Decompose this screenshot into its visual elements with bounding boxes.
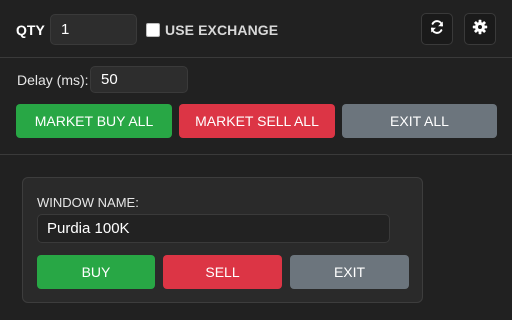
qty-input[interactable] [50,14,137,45]
refresh-button[interactable] [421,13,453,45]
refresh-icon [429,19,445,40]
settings-button[interactable] [464,13,496,45]
exit-button[interactable]: EXIT [290,255,409,289]
sell-button[interactable]: SELL [163,255,282,289]
delay-input[interactable] [90,66,188,93]
buy-button[interactable]: BUY [37,255,155,289]
use-exchange-checkbox[interactable] [146,23,160,37]
toolbar: QTY USE EXCHANGE [0,0,512,58]
exit-all-button[interactable]: EXIT ALL [342,104,497,138]
gear-icon [472,19,488,40]
divider [0,57,512,58]
market-sell-all-button[interactable]: MARKET SELL ALL [179,104,335,138]
use-exchange-toggle[interactable]: USE EXCHANGE [146,22,278,38]
divider [0,154,512,155]
qty-label: QTY [16,22,45,38]
market-buy-all-button[interactable]: MARKET BUY ALL [16,104,172,138]
delay-label: Delay (ms): [17,72,89,88]
window-name-label: WINDOW NAME: [37,195,139,210]
use-exchange-label: USE EXCHANGE [165,22,279,38]
window-name-input[interactable] [37,214,390,243]
window-panel: WINDOW NAME: BUY SELL EXIT [22,177,423,303]
